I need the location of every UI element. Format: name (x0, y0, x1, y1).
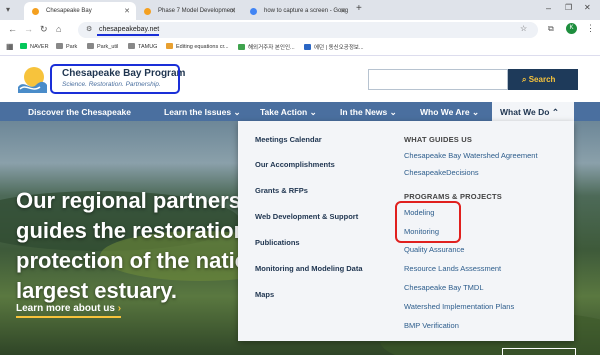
nav-take-action[interactable]: Take Action ⌄ (260, 102, 317, 121)
tab-strip: Chesapeake Bay ✕ Phase 7 Model Developme… (0, 0, 600, 20)
chesapeake-favicon-icon (144, 8, 151, 15)
menu-link-tmdl[interactable]: Chesapeake Bay TMDL (404, 283, 484, 292)
chevron-up-icon: ⌃ (551, 107, 559, 117)
menu-link-meetings-calendar[interactable]: Meetings Calendar (255, 135, 322, 144)
site-info-icon[interactable]: ⚙ (86, 25, 92, 33)
extensions-icon[interactable]: ⧉ (548, 24, 554, 34)
menu-link-watershed-implementation[interactable]: Watershed Implementation Plans (404, 302, 514, 311)
menu-link-publications[interactable]: Publications (255, 238, 300, 247)
hero-heading-line: protection of the natio (16, 248, 249, 273)
profile-avatar[interactable]: K (566, 23, 577, 34)
menu-link-bmp-verification[interactable]: BMP Verification (404, 321, 459, 330)
chevron-right-icon: › (117, 303, 122, 314)
tab-phase7-model[interactable]: Phase 7 Model Development ✕ (136, 2, 242, 20)
menu-link-watershed-agreement[interactable]: Chesapeake Bay Watershed Agreement (404, 151, 538, 160)
tab-title: Phase 7 Model Development (158, 8, 236, 14)
what-we-do-dropdown: Meetings Calendar Our Accomplishments Gr… (238, 121, 574, 341)
website: Chesapeake Bay Program Science. Restorat… (0, 56, 600, 355)
nav-who-we-are[interactable]: Who We Are ⌄ (420, 102, 479, 121)
menu-link-maps[interactable]: Maps (255, 290, 274, 299)
folder-icon (56, 43, 63, 49)
heading-what-guides-us: WHAT GUIDES US (404, 135, 473, 144)
bookmark-korean-2[interactable]: 에던 | 동신오공정보... (304, 43, 364, 51)
hero-button-partial[interactable] (502, 348, 576, 355)
modeling-monitoring-highlight-annotation (395, 201, 461, 243)
page-icon (304, 44, 311, 50)
hero-heading-line: Our regional partnersh (16, 188, 255, 213)
chesapeake-favicon-icon (32, 8, 39, 15)
home-icon[interactable]: ⌂ (56, 24, 61, 34)
chevron-down-icon: ⌄ (309, 107, 317, 117)
nav-learn-issues[interactable]: Learn the Issues ⌄ (164, 102, 241, 121)
menu-link-quality-assurance[interactable]: Quality Assurance (404, 245, 464, 254)
bookmark-park[interactable]: Park (56, 43, 77, 50)
bookmark-park-util[interactable]: Park_util (87, 43, 118, 50)
close-tab-icon[interactable]: ✕ (230, 7, 236, 15)
search-icon: ⌕ (522, 75, 527, 84)
folder-icon (128, 43, 135, 49)
bookmark-star-icon[interactable]: ☆ (520, 24, 527, 33)
heading-programs-projects: PROGRAMS & PROJECTS (404, 192, 502, 201)
url-text: chesapeakebay.net (99, 26, 160, 33)
page-icon (166, 43, 173, 49)
nav-in-the-news[interactable]: In the News ⌄ (340, 102, 397, 121)
menu-link-accomplishments[interactable]: Our Accomplishments (255, 160, 335, 169)
menu-link-grants[interactable]: Grants & RFPs (255, 186, 308, 195)
menu-link-monitoring-data[interactable]: Monitoring and Modeling Data (255, 264, 363, 273)
search-input[interactable] (368, 69, 508, 90)
chevron-down-icon: ⌄ (471, 107, 480, 117)
tab-title: how to capture a screen - Goog (264, 8, 349, 14)
menu-link-web-development[interactable]: Web Development & Support (255, 212, 358, 221)
bookmark-editing-equations[interactable]: Editing equations cr... (166, 43, 229, 50)
chevron-down-icon: ⌄ (389, 107, 397, 117)
bookmark-korean-1[interactable]: 해외거주자 본인인... (238, 43, 295, 51)
minimize-icon[interactable]: – (546, 3, 551, 13)
logo-emblem[interactable] (16, 65, 48, 97)
hero-heading-line: largest estuary. (16, 278, 178, 303)
tab-title: Chesapeake Bay (46, 8, 92, 14)
close-tab-icon[interactable]: ✕ (124, 7, 130, 15)
address-bar[interactable]: ⚙ chesapeakebay.net ☆ (78, 22, 538, 38)
search-button[interactable]: ⌕ Search (508, 69, 578, 90)
new-tab-button[interactable]: + (356, 3, 362, 14)
chevron-down-icon: ⌄ (233, 107, 241, 117)
forward-icon[interactable]: → (24, 24, 33, 34)
bookmark-naver[interactable]: NAVER (20, 43, 49, 50)
search-button-label: Search (528, 75, 556, 84)
tab-google-search[interactable]: how to capture a screen - Goog ✕ (242, 2, 352, 20)
tab-chesapeake-bay[interactable]: Chesapeake Bay ✕ (24, 2, 136, 20)
hero-learn-more-link[interactable]: Learn more about us › (16, 303, 122, 318)
hero-heading-line: guides the restoration (16, 218, 248, 243)
bookmark-tamug[interactable]: TAMUG (128, 43, 157, 50)
close-tab-icon[interactable]: ✕ (340, 7, 346, 15)
menu-icon[interactable]: ⋮ (586, 23, 595, 34)
back-icon[interactable]: ← (8, 24, 17, 34)
naver-icon (20, 43, 27, 49)
tab-search-icon[interactable]: ▾ (6, 5, 10, 14)
maximize-icon[interactable]: ❐ (565, 3, 572, 12)
logo-highlight-annotation (50, 64, 180, 94)
reload-icon[interactable]: ↻ (40, 24, 48, 35)
close-window-icon[interactable]: ✕ (584, 3, 591, 12)
nav-what-we-do[interactable]: What We Do ⌃ (492, 102, 574, 121)
folder-icon (87, 43, 94, 49)
apps-icon[interactable]: ▦ (6, 42, 14, 51)
url-underline-annotation (97, 34, 159, 36)
nav-discover[interactable]: Discover the Chesapeake (28, 102, 131, 121)
menu-link-chesapeake-decisions[interactable]: ChesapeakeDecisions (404, 168, 479, 177)
menu-link-resource-lands[interactable]: Resource Lands Assessment (404, 264, 501, 273)
page-icon (238, 44, 245, 50)
google-favicon-icon (250, 8, 257, 15)
